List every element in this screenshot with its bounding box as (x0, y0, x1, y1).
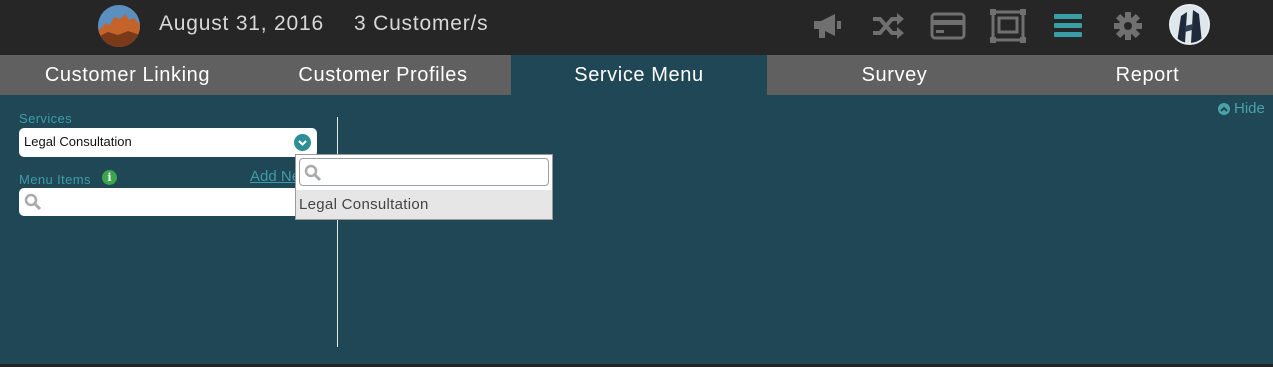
search-icon (304, 164, 322, 186)
tab-service-menu[interactable]: Service Menu (511, 55, 767, 95)
dropdown-option[interactable]: Legal Consultation (296, 190, 552, 219)
chevron-down-icon[interactable] (294, 134, 311, 151)
shuffle-icon[interactable] (869, 8, 907, 44)
gear-icon[interactable] (1109, 8, 1147, 44)
services-dropdown: Legal Consultation (295, 154, 553, 220)
layers-icon[interactable] (989, 8, 1027, 44)
current-date: August 31, 2016 (159, 12, 324, 35)
services-select[interactable]: Legal Consultation (19, 128, 317, 157)
tab-customer-profiles[interactable]: Customer Profiles (255, 55, 511, 95)
tab-report[interactable]: Report (1022, 55, 1273, 95)
customer-count: 3 Customer/s (354, 12, 489, 35)
hide-label: Hide (1234, 100, 1265, 117)
tab-bar: Customer Linking Customer Profiles Servi… (0, 55, 1273, 95)
tab-survey[interactable]: Survey (767, 55, 1022, 95)
add-new-link[interactable]: Add New (250, 168, 298, 185)
info-icon[interactable]: i (102, 170, 117, 185)
menu-items-search[interactable] (19, 188, 317, 216)
panel-divider (337, 117, 338, 347)
tab-customer-linking[interactable]: Customer Linking (0, 55, 255, 95)
search-icon (24, 193, 42, 215)
menu-icon[interactable] (1049, 8, 1087, 44)
services-selected-value: Legal Consultation (24, 134, 132, 149)
chevron-up-icon (1218, 102, 1230, 115)
dropdown-search-input[interactable] (299, 158, 549, 186)
menu-items-label: Menu Items (19, 172, 91, 187)
services-label: Services (19, 111, 73, 126)
user-avatar[interactable] (1169, 4, 1210, 45)
logo (98, 5, 140, 47)
credit-card-icon[interactable] (929, 8, 967, 44)
hide-link[interactable]: Hide (1218, 100, 1265, 117)
megaphone-icon[interactable] (809, 8, 847, 44)
top-bar: August 31, 2016 3 Customer/s (0, 0, 1273, 55)
